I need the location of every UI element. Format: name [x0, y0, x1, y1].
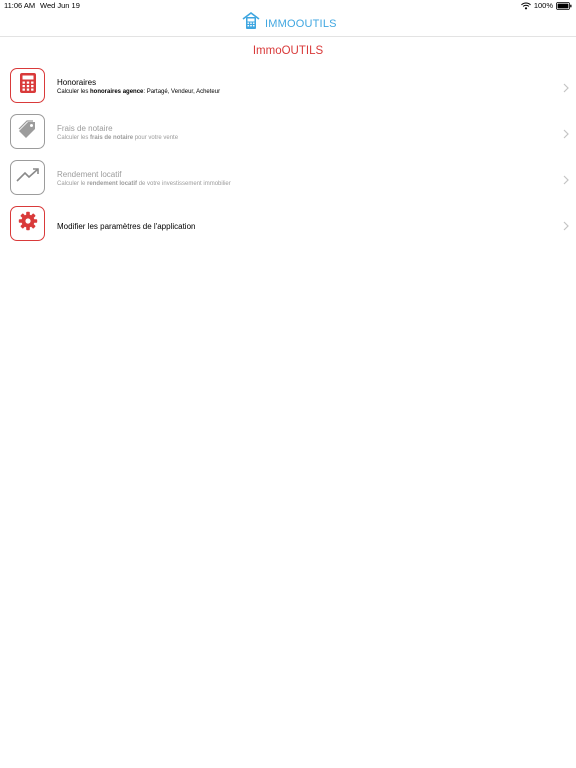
calculator-icon	[19, 72, 37, 99]
rendement-icon-box	[10, 160, 45, 195]
chevron-right-icon	[563, 172, 569, 190]
page-title: ImmoOUTILS	[252, 45, 324, 57]
menu-item-rendement-locatif[interactable]: Rendement locatif Calculer le rendement …	[0, 157, 576, 203]
price-tag-icon	[16, 117, 40, 146]
settings-icon-box	[10, 206, 45, 241]
nav-bar: IMMOOUTILS	[0, 10, 576, 37]
gear-icon	[18, 211, 38, 236]
menu-item-subtitle: Calculer le rendement locatif de votre i…	[57, 181, 231, 187]
menu-item-frais-de-notaire[interactable]: Frais de notaire Calculer les frais de n…	[0, 111, 576, 157]
menu-item-title: Rendement locatif	[57, 170, 122, 179]
chevron-right-icon	[563, 218, 569, 236]
frais-icon-box	[10, 114, 45, 149]
menu-item-title: Modifier les paramètres de l'application	[57, 222, 196, 231]
house-logo-icon	[242, 11, 260, 36]
menu-list: Honoraires Calculer les honoraires agenc…	[0, 65, 576, 249]
menu-item-settings[interactable]: Modifier les paramètres de l'application	[0, 203, 576, 249]
status-right: 100%	[520, 1, 572, 10]
status-date: Wed Jun 19	[40, 1, 80, 10]
app-logo: IMMOOUTILS	[242, 11, 337, 36]
menu-item-subtitle: Calculer les honoraires agence: Partagé,…	[57, 89, 221, 95]
menu-item-subtitle: Calculer les frais de notaire pour votre…	[57, 135, 179, 141]
menu-item-honoraires[interactable]: Honoraires Calculer les honoraires agenc…	[0, 65, 576, 111]
status-time: 11:06 AM	[4, 1, 36, 10]
chevron-right-icon	[563, 80, 569, 98]
battery-icon	[556, 1, 572, 10]
menu-item-title: Frais de notaire	[57, 124, 113, 133]
menu-item-title: Honoraires	[57, 78, 97, 87]
chevron-right-icon	[563, 126, 569, 144]
honoraires-icon-box	[10, 68, 45, 103]
battery-percent: 100%	[533, 1, 553, 10]
app-name: IMMOOUTILS	[265, 17, 337, 30]
wifi-icon	[520, 2, 531, 10]
trend-up-icon	[15, 167, 40, 188]
